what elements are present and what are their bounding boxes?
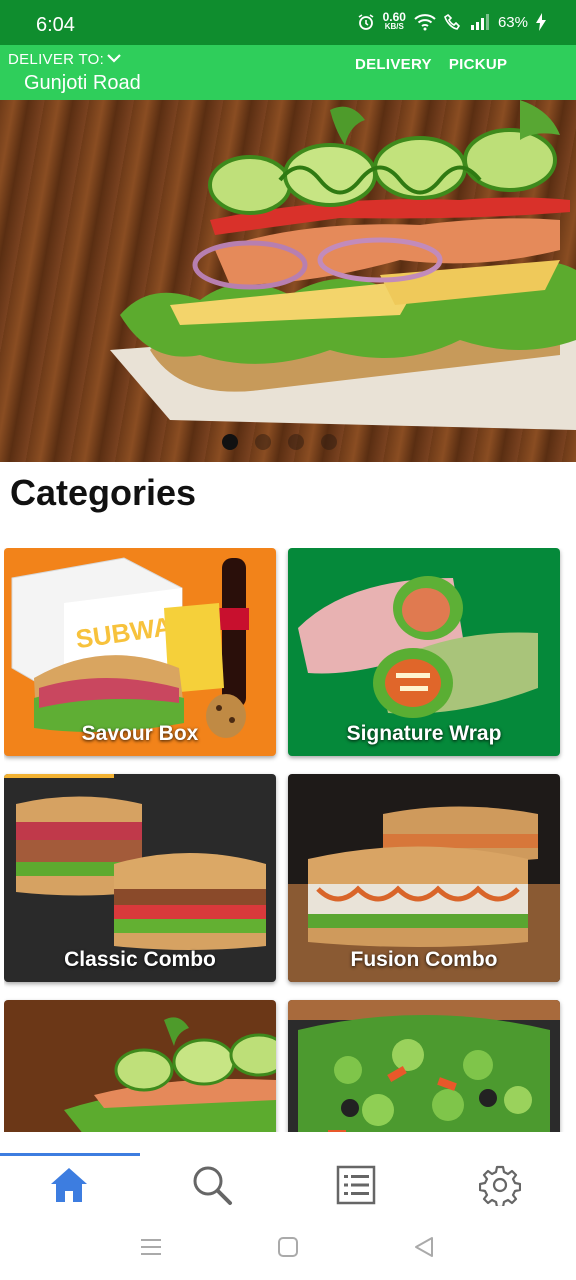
gear-icon — [479, 1165, 521, 1206]
home-system-button[interactable] — [274, 1233, 302, 1261]
status-bar: 6:04 0.60 KB/S 63% — [0, 0, 576, 45]
banner-carousel-dots — [222, 434, 337, 450]
category-card-fusion-combo[interactable]: Fusion Combo — [288, 774, 560, 982]
category-6-image — [288, 1000, 560, 1132]
carousel-dot[interactable] — [222, 434, 238, 450]
status-icons: 0.60 KB/S 63% — [357, 10, 546, 32]
delivery-address[interactable]: Gunjoti Road — [24, 72, 141, 95]
category-card-savour-box[interactable]: SUBWAY Savour Box — [4, 548, 276, 756]
back-triangle-icon — [415, 1237, 433, 1257]
category-label: Fusion Combo — [350, 948, 498, 971]
nav-search[interactable] — [188, 1161, 236, 1209]
chevron-down-icon — [104, 51, 122, 68]
categories-grid: SUBWAY Savour Box Signature Wrap Classic… — [4, 548, 566, 1132]
category-card-6[interactable] — [288, 1000, 560, 1132]
category-card-5[interactable] — [4, 1000, 276, 1132]
tab-delivery[interactable]: DELIVERY — [355, 56, 432, 73]
category-5-image — [64, 1017, 276, 1132]
order-mode-tabs: DELIVERY PICKUP — [355, 56, 507, 73]
category-card-signature-wrap[interactable]: Signature Wrap — [288, 548, 560, 756]
category-label: Classic Combo — [64, 948, 216, 971]
app-header: DELIVER TO: Gunjoti Road DELIVERY PICKUP — [0, 45, 576, 100]
home-icon — [51, 1168, 87, 1202]
category-label: Signature Wrap — [346, 722, 502, 745]
wifi-icon — [414, 13, 436, 31]
carousel-dot[interactable] — [288, 434, 304, 450]
category-card-classic-combo[interactable]: Classic Combo — [4, 774, 276, 982]
deliver-to-label: DELIVER TO: — [8, 51, 105, 68]
alarm-icon — [357, 13, 375, 31]
carousel-dot[interactable] — [321, 434, 337, 450]
tab-pickup[interactable]: PICKUP — [449, 56, 507, 73]
menu-lines-icon — [141, 1239, 161, 1255]
category-label: Savour Box — [81, 722, 199, 745]
nav-home[interactable] — [45, 1161, 93, 1209]
promo-banner[interactable] — [0, 100, 576, 462]
carousel-dot[interactable] — [255, 434, 271, 450]
net-speed-unit: KB/S — [384, 22, 404, 31]
charging-icon — [536, 13, 546, 31]
net-speed-value: 0.60 — [382, 10, 406, 24]
recents-button[interactable] — [137, 1233, 165, 1261]
back-button[interactable] — [410, 1233, 438, 1261]
deliver-to-selector[interactable]: DELIVER TO: — [8, 51, 122, 68]
nav-orders[interactable] — [332, 1161, 380, 1209]
bottom-navigation — [0, 1153, 576, 1215]
list-icon — [336, 1165, 376, 1205]
status-time: 6:04 — [36, 14, 75, 36]
call-icon — [444, 13, 462, 31]
net-speed: 0.60 KB/S — [382, 10, 406, 32]
nav-settings[interactable] — [476, 1161, 524, 1209]
active-tab-indicator — [0, 1153, 140, 1156]
battery-level: 63% — [497, 13, 528, 31]
search-icon — [193, 1166, 232, 1205]
signal-icon — [470, 14, 490, 30]
system-navigation-bar — [0, 1215, 576, 1280]
square-icon — [278, 1237, 298, 1257]
categories-title: Categories — [10, 472, 197, 513]
banner-sandwich-image — [110, 100, 576, 430]
